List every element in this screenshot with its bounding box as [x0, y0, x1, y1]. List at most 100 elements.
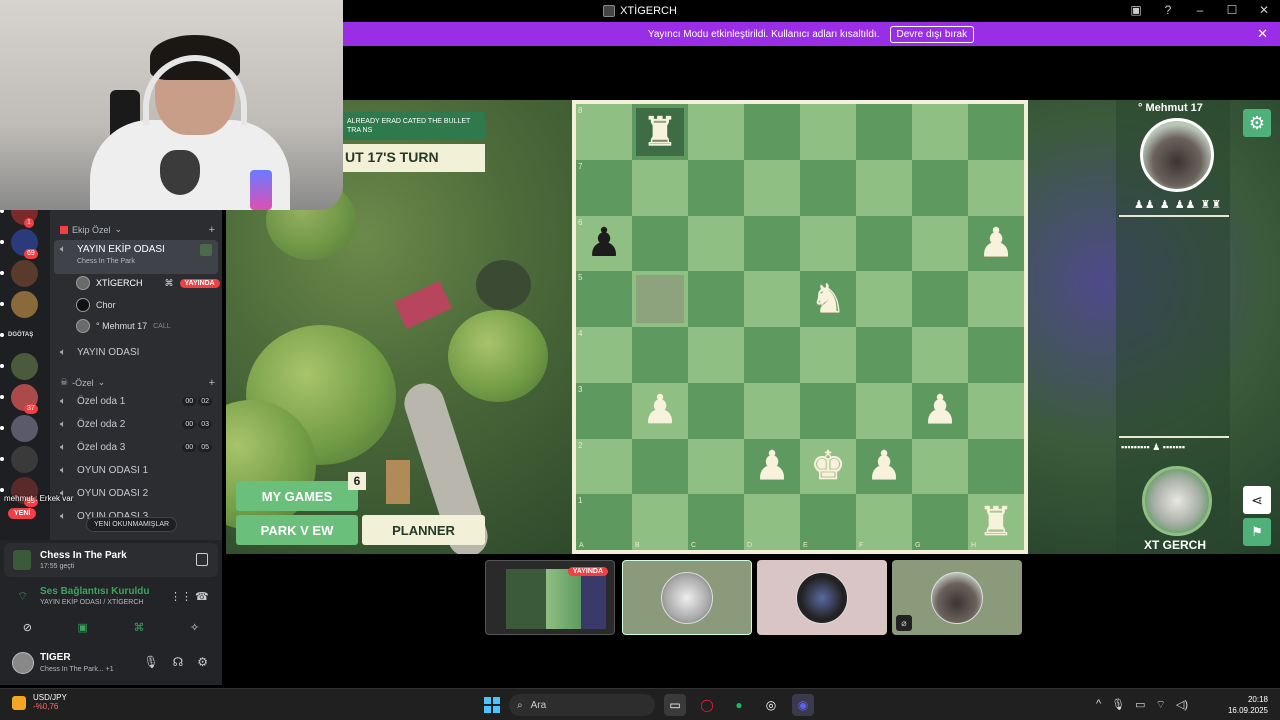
board-square-f5[interactable]: [856, 271, 912, 327]
file-explorer-icon[interactable]: ▭: [664, 694, 686, 716]
board-square-g3[interactable]: ♟: [912, 382, 968, 439]
board-square-d4[interactable]: [744, 327, 800, 383]
activity-card[interactable]: Chess In The Park 17:55 geçti: [4, 543, 218, 577]
channel-room[interactable]: 🔈︎ Özel oda 1 00 02: [54, 391, 218, 411]
board-square-g2[interactable]: [912, 438, 968, 495]
board-square-b2[interactable]: [632, 438, 688, 495]
settings-icon[interactable]: ⚙: [197, 655, 208, 669]
white-pawn-piece[interactable]: ♟: [968, 216, 1024, 271]
voice-user-mehmut[interactable]: ° Mehmut 17 CALL: [76, 317, 171, 335]
activity-icon[interactable]: ⌘: [133, 621, 144, 634]
chevron-up-icon[interactable]: ^: [1096, 698, 1101, 712]
server-icon[interactable]: [11, 291, 38, 318]
windows-start-icon[interactable]: [484, 697, 500, 713]
board-square-c5[interactable]: [688, 271, 744, 327]
white-king-piece[interactable]: ♚: [800, 439, 856, 494]
current-user[interactable]: TIGER Chess In The Park... +1 🎙︎ ☊ ⚙: [4, 646, 218, 680]
board-square-f4[interactable]: [856, 327, 912, 383]
stock-widget[interactable]: USD/JPY -%0,76: [33, 693, 67, 711]
board-square-d8[interactable]: [744, 104, 800, 160]
board-square-a1[interactable]: 1A: [576, 494, 632, 550]
board-square-h7[interactable]: [968, 159, 1024, 216]
board-square-b1[interactable]: B: [632, 494, 688, 550]
channel-room[interactable]: 🔈︎ OYUN ODASI 2: [54, 483, 218, 503]
flag-icon[interactable]: ⚑: [1243, 518, 1271, 546]
category-ozel[interactable]: ☠ -Özel ⌄ +: [60, 377, 215, 389]
voice-status[interactable]: Ses Bağlantısı Kuruldu: [40, 586, 149, 597]
board-square-b3[interactable]: ♟: [632, 382, 688, 439]
board-square-c6[interactable]: [688, 215, 744, 272]
board-square-f2[interactable]: ♟: [856, 438, 912, 495]
board-square-a4[interactable]: 4: [576, 327, 632, 383]
server-icon[interactable]: [11, 446, 38, 473]
board-square-c1[interactable]: C: [688, 494, 744, 550]
board-square-d1[interactable]: D: [744, 494, 800, 550]
board-square-e1[interactable]: E: [800, 494, 856, 550]
inbox-icon[interactable]: ▣: [1128, 2, 1144, 18]
board-square-e4[interactable]: [800, 327, 856, 383]
my-games-button[interactable]: MY GAMES: [236, 481, 358, 511]
soundwave-icon[interactable]: ⋮⋮: [170, 590, 192, 603]
board-square-h2[interactable]: [968, 438, 1024, 495]
steam-icon[interactable]: ◎: [760, 694, 782, 716]
share-icon[interactable]: ⋖: [1243, 486, 1271, 514]
planner-button[interactable]: PLANNER: [362, 515, 485, 545]
new-unread-button[interactable]: YENİ OKUNMAMIŞLAR: [86, 517, 178, 532]
channel-room[interactable]: 🔈︎ OYUN ODASI 1: [54, 460, 218, 480]
channel-room[interactable]: 🔈︎ Özel oda 3 00 05: [54, 437, 218, 457]
soundboard-icon[interactable]: ✧: [190, 621, 199, 634]
participant-tile[interactable]: ⌀: [892, 560, 1022, 635]
server-label[interactable]: DGÖTAŞ: [8, 332, 33, 338]
camera-off-icon[interactable]: ⊘: [23, 621, 32, 634]
board-square-e8[interactable]: [800, 104, 856, 160]
server-icon[interactable]: [11, 415, 38, 442]
board-square-f7[interactable]: [856, 159, 912, 216]
taskbar-search[interactable]: ⌕ Ara: [509, 694, 655, 716]
board-square-g1[interactable]: G: [912, 494, 968, 550]
board-square-h8[interactable]: [968, 104, 1024, 160]
board-square-e7[interactable]: [800, 159, 856, 216]
board-square-f3[interactable]: [856, 382, 912, 439]
minimize-button[interactable]: –: [1192, 2, 1208, 18]
board-square-g6[interactable]: [912, 215, 968, 272]
board-square-f1[interactable]: F: [856, 494, 912, 550]
stream-preview-tile[interactable]: YAYINDA: [485, 560, 615, 635]
microphone-icon[interactable]: 🎙︎: [1111, 698, 1125, 712]
clock[interactable]: 20:18 16.09.2025: [1228, 694, 1268, 716]
black-pawn-piece[interactable]: ♟: [576, 216, 632, 271]
board-square-a5[interactable]: 5: [576, 271, 632, 327]
gear-icon[interactable]: ⚙: [1243, 109, 1271, 137]
microphone-icon[interactable]: 🎙︎: [143, 655, 158, 669]
board-square-b4[interactable]: [632, 327, 688, 383]
board-square-e3[interactable]: [800, 382, 856, 439]
category-ekip-ozel[interactable]: Ekip Özel ⌄ +: [60, 224, 215, 236]
close-icon[interactable]: ✕: [1257, 26, 1268, 42]
opera-icon[interactable]: ◯: [696, 694, 718, 716]
board-square-c4[interactable]: [688, 327, 744, 383]
spotify-icon[interactable]: ●: [728, 694, 750, 716]
board-square-d2[interactable]: ♟: [744, 438, 800, 495]
help-icon[interactable]: ?: [1160, 2, 1176, 18]
board-square-h3[interactable]: [968, 382, 1024, 439]
board-square-g5[interactable]: [912, 271, 968, 327]
headphones-icon[interactable]: ☊: [173, 655, 184, 669]
network-icon[interactable]: ⌔: [1156, 698, 1166, 712]
white-knight-piece[interactable]: ♞: [800, 271, 856, 326]
board-square-f6[interactable]: [856, 215, 912, 272]
board-square-g4[interactable]: [912, 327, 968, 383]
discord-icon[interactable]: ◉: [792, 694, 814, 716]
board-square-d7[interactable]: [744, 159, 800, 216]
board-square-f8[interactable]: [856, 104, 912, 160]
white-pawn-piece[interactable]: ♟: [856, 439, 912, 494]
board-square-e5[interactable]: ♞: [800, 271, 856, 327]
board-square-a3[interactable]: 3: [576, 382, 632, 439]
maximize-button[interactable]: ☐: [1224, 2, 1240, 18]
participant-tile[interactable]: [757, 560, 887, 635]
board-square-d6[interactable]: [744, 215, 800, 272]
channel-yayin-odasi[interactable]: 🔈︎ YAYIN ODASI: [54, 342, 218, 362]
white-pawn-piece[interactable]: ♟: [632, 383, 688, 438]
close-button[interactable]: ✕: [1256, 2, 1272, 18]
channel-room[interactable]: 🔈︎ Özel oda 2 00 03: [54, 414, 218, 434]
board-square-h1[interactable]: H ♜: [968, 494, 1024, 550]
server-icon[interactable]: [11, 260, 38, 287]
